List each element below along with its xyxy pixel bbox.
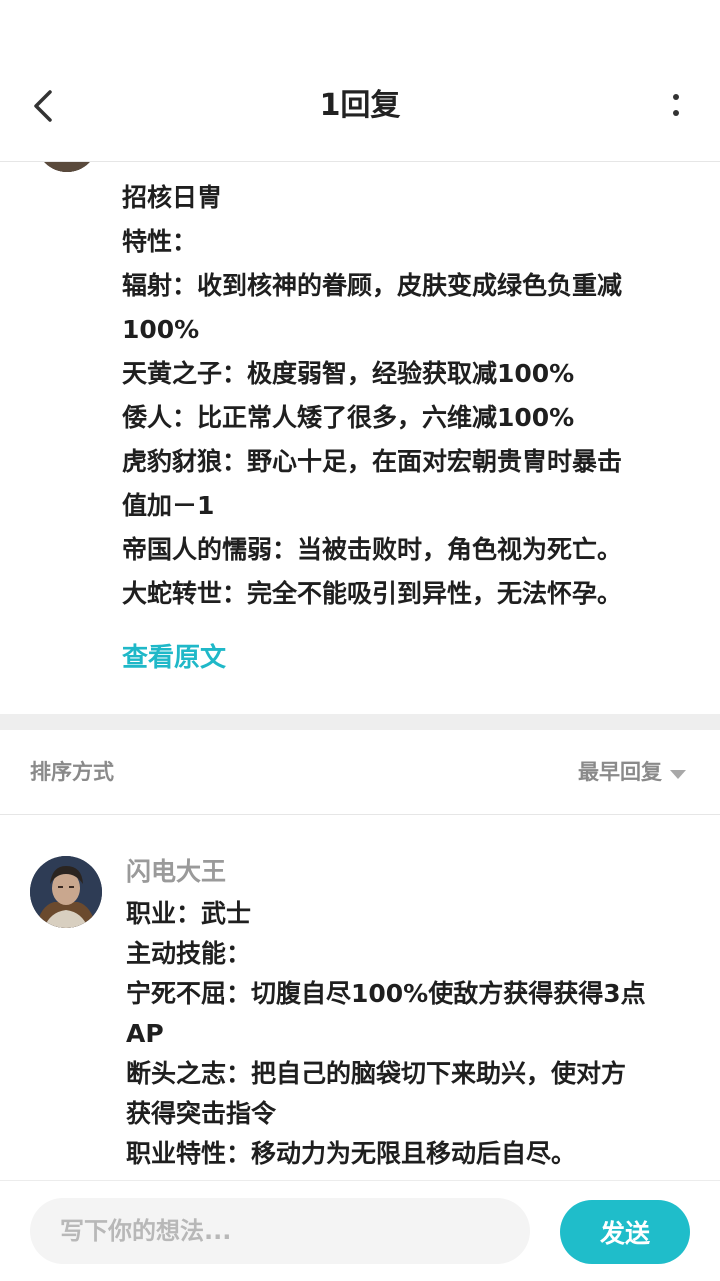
more-vertical-icon-dot [673, 110, 679, 116]
sort-label: 排序方式 [30, 760, 114, 784]
sort-bar: 排序方式 最早回复 [0, 730, 720, 815]
post-line: 招核日冑 [122, 183, 223, 212]
sort-dropdown[interactable]: 最早回复 [578, 752, 662, 792]
reply-author-name[interactable]: 闪电大王 [126, 850, 226, 894]
reply-line: 获得突击指令 [126, 1099, 277, 1128]
reply-line: 主动技能： [126, 939, 252, 968]
comment-input[interactable] [30, 1198, 530, 1264]
reply-line: 断头之志：把自己的脑袋切下来助兴，使对方 [126, 1059, 627, 1088]
send-button[interactable]: 发送 [560, 1200, 690, 1264]
caret-down-icon[interactable] [670, 770, 686, 779]
view-original-link[interactable]: 查看原文 [122, 636, 226, 680]
post-line: 辐射：收到核神的眷顾，皮肤变成绿色负重减 [122, 271, 623, 300]
reply-line: 职业：武士 [126, 899, 252, 928]
post-line: 倭人：比正常人矮了很多，六维减100% [122, 403, 575, 432]
reply-line: AP [126, 1019, 164, 1048]
more-vertical-icon [673, 94, 679, 100]
reply-line: 宁死不屈：切腹自尽100%使敌方获得获得3点 [126, 979, 646, 1008]
post-line: 帝国人的懦弱：当被击败时，角色视为死亡。 [122, 535, 623, 564]
post-line: 特性： [122, 227, 198, 256]
page-title: 1回复 [319, 88, 401, 123]
post-line: 大蛇转世：完全不能吸引到异性，无法怀孕。 [122, 579, 623, 608]
avatar-image [30, 856, 102, 928]
reply-line: 职业特性：移动力为无限且移动后自尽。 [126, 1139, 577, 1168]
reply-content: 职业：武士 主动技能： 宁死不屈：切腹自尽100%使敌方获得获得3点 AP 断头… [126, 894, 696, 1174]
post-line: 虎豹豺狼：野心十足，在面对宏朝贵冑时暴击 [122, 447, 623, 476]
post-line: 天黄之子：极度弱智，经验获取减100% [122, 359, 575, 388]
original-post-content: 招核日冑 特性： 辐射：收到核神的眷顾，皮肤变成绿色负重减 100% 天黄之子：… [122, 176, 692, 616]
comment-bar: 发送 [0, 1180, 720, 1281]
top-app-bar: 1回复 [0, 0, 720, 162]
post-line: 100% [122, 315, 200, 344]
section-divider [0, 714, 720, 730]
more-options-button[interactable] [666, 88, 686, 124]
reply-avatar[interactable] [30, 856, 102, 928]
post-line: 值加－1 [122, 491, 215, 520]
